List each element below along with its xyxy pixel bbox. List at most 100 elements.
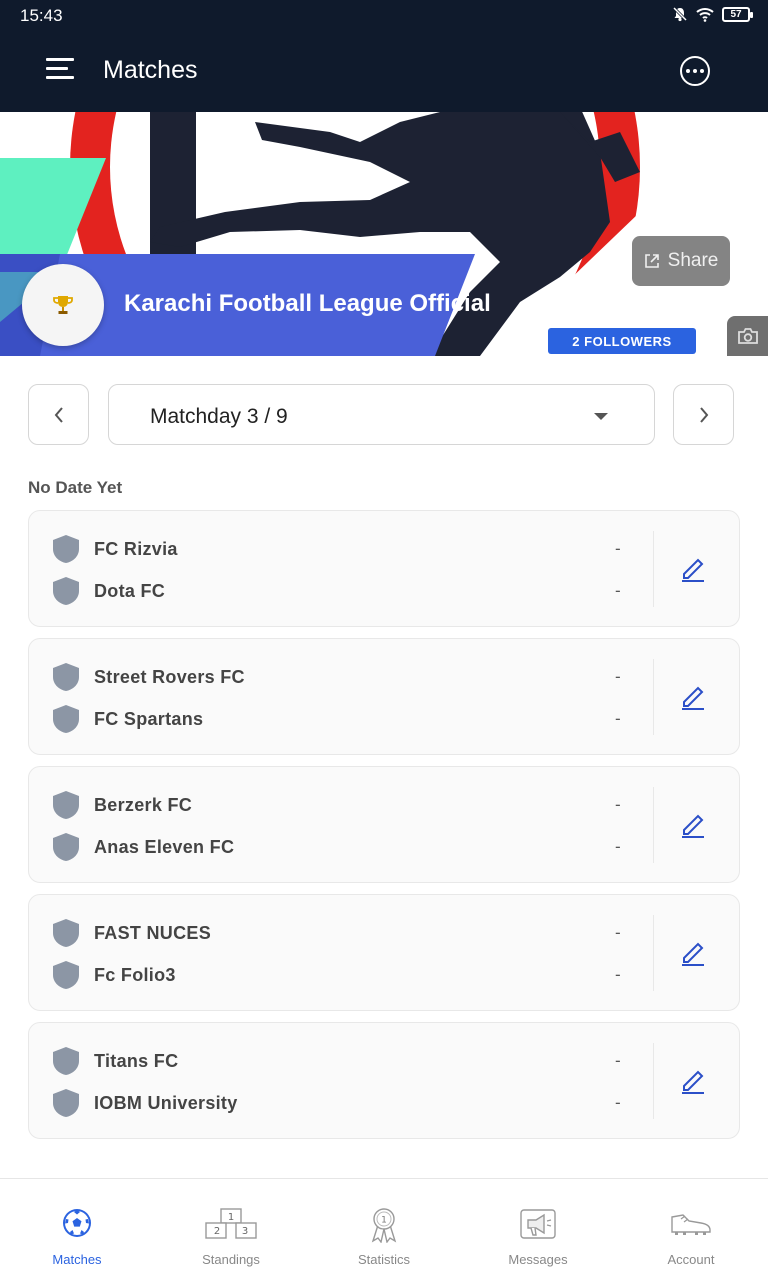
edit-icon[interactable] (679, 1067, 707, 1095)
matchday-label: Matchday 3 / 9 (150, 405, 288, 428)
status-icons: 57 (672, 6, 753, 22)
home-team-row: FC Rizvia - (51, 533, 631, 565)
away-team-score: - (615, 965, 621, 984)
shield-icon (53, 1047, 79, 1075)
shield-icon (53, 663, 79, 691)
previous-matchday-button[interactable] (28, 384, 89, 445)
away-team-row: Fc Folio3 - (51, 959, 631, 991)
home-team-score: - (615, 1051, 621, 1070)
nav-tab-account[interactable]: Account (614, 1179, 768, 1280)
nav-label: Statistics (357, 1252, 410, 1267)
divider (653, 787, 654, 863)
nav-tab-standings[interactable]: 1 2 3 Standings (154, 1179, 308, 1280)
edit-icon[interactable] (679, 555, 707, 583)
edit-icon[interactable] (679, 811, 707, 839)
divider (653, 659, 654, 735)
shield-icon (53, 833, 79, 861)
wifi-icon (696, 8, 714, 22)
home-team-row: Berzerk FC - (51, 789, 631, 821)
away-team-name: Anas Eleven FC (94, 837, 235, 857)
caret-down-icon (594, 413, 608, 420)
league-name: Karachi Football League Official (124, 290, 491, 317)
change-cover-button[interactable] (727, 316, 768, 356)
status-bar: 15:43 57 (0, 0, 768, 30)
match-card[interactable]: FC Rizvia - Dota FC - (28, 510, 740, 627)
svg-text:2: 2 (214, 1226, 220, 1237)
svg-text:1: 1 (228, 1212, 234, 1223)
share-button[interactable]: Share (632, 236, 730, 286)
banner-artwork (0, 112, 768, 356)
nav-tab-matches[interactable]: Matches (0, 1179, 154, 1280)
nav-label: Messages (508, 1252, 568, 1267)
match-card[interactable]: FAST NUCES - Fc Folio3 - (28, 894, 740, 1011)
svg-text:3: 3 (242, 1226, 248, 1237)
divider (653, 915, 654, 991)
app-bar: Matches (0, 30, 768, 112)
match-card[interactable]: Titans FC - IOBM University - (28, 1022, 740, 1139)
svg-text:1: 1 (381, 1216, 387, 1226)
home-team-score: - (615, 539, 621, 558)
shield-icon (53, 919, 79, 947)
away-team-name: Dota FC (94, 581, 166, 601)
football-boot-icon (671, 1214, 711, 1235)
share-label: Share (667, 250, 719, 271)
more-options-icon[interactable] (680, 56, 710, 86)
league-logo[interactable] (22, 264, 104, 346)
away-team-name: FC Spartans (94, 709, 204, 729)
chevron-right-icon (699, 406, 708, 423)
away-team-row: Dota FC - (51, 575, 631, 607)
home-team-name: Street Rovers FC (94, 667, 245, 687)
away-team-score: - (615, 709, 621, 728)
home-team-row: Street Rovers FC - (51, 661, 631, 693)
away-team-row: FC Spartans - (51, 703, 631, 735)
away-team-score: - (615, 1093, 621, 1112)
away-team-row: Anas Eleven FC - (51, 831, 631, 863)
nav-label: Matches (52, 1252, 102, 1267)
battery-icon: 57 (722, 6, 753, 22)
followers-badge[interactable]: 2 FOLLOWERS (548, 328, 696, 354)
bottom-navigation: Matches 1 2 3 Standings 1 Statistics Mes… (0, 1178, 768, 1280)
edit-icon[interactable] (679, 683, 707, 711)
shield-icon (53, 961, 79, 989)
menu-icon[interactable] (46, 58, 76, 84)
divider (653, 531, 654, 607)
shield-icon (53, 705, 79, 733)
home-team-name: Berzerk FC (94, 795, 193, 815)
nav-tab-messages[interactable]: Messages (461, 1179, 615, 1280)
shield-icon (53, 535, 79, 563)
home-team-name: FAST NUCES (94, 923, 212, 943)
home-team-score: - (615, 795, 621, 814)
divider (653, 1043, 654, 1119)
home-team-row: Titans FC - (51, 1045, 631, 1077)
home-team-row: FAST NUCES - (51, 917, 631, 949)
shield-icon (53, 791, 79, 819)
nav-tab-statistics[interactable]: 1 Statistics (307, 1179, 461, 1280)
page-title: Matches (103, 56, 198, 84)
chevron-left-icon (54, 406, 63, 423)
matchday-dropdown[interactable]: Matchday 3 / 9 (108, 384, 655, 445)
home-team-score: - (615, 667, 621, 686)
edit-icon[interactable] (679, 939, 707, 967)
date-group-label: No Date Yet (28, 478, 123, 497)
match-card[interactable]: Berzerk FC - Anas Eleven FC - (28, 766, 740, 883)
soccer-ball-icon (63, 1209, 91, 1237)
home-team-name: FC Rizvia (94, 539, 178, 559)
home-team-score: - (615, 923, 621, 942)
away-team-name: Fc Folio3 (94, 965, 176, 985)
next-matchday-button[interactable] (673, 384, 734, 445)
megaphone-icon (520, 1209, 556, 1239)
external-link-icon (644, 254, 659, 268)
away-team-score: - (615, 837, 621, 856)
status-time: 15:43 (20, 6, 63, 25)
league-banner (0, 112, 768, 356)
match-card[interactable]: Street Rovers FC - FC Spartans - (28, 638, 740, 755)
notifications-off-icon (672, 6, 688, 22)
away-team-row: IOBM University - (51, 1087, 631, 1119)
shield-icon (53, 1089, 79, 1117)
nav-label: Standings (202, 1252, 260, 1267)
nav-label: Account (667, 1252, 715, 1267)
medal-icon: 1 (371, 1208, 397, 1243)
shield-icon (53, 577, 79, 605)
podium-icon: 1 2 3 (205, 1208, 257, 1239)
away-team-score: - (615, 581, 621, 600)
